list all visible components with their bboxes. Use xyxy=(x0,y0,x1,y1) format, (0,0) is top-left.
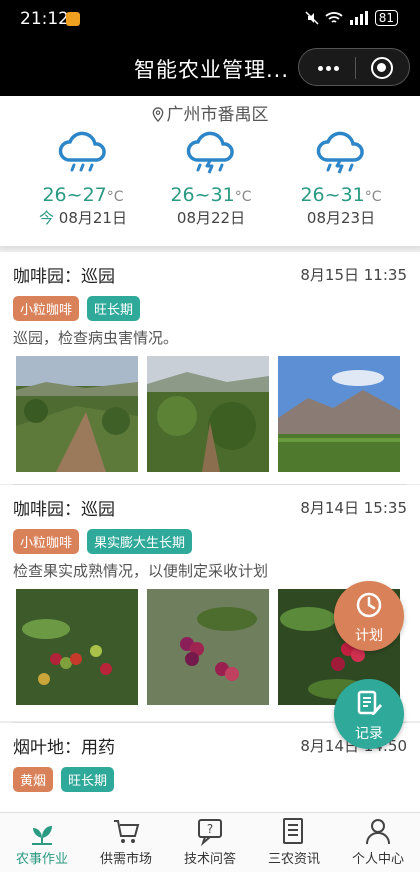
nav-label: 供需市场 xyxy=(99,852,152,867)
page-title: 智能农业管理... xyxy=(134,58,290,82)
close-mini-program-icon[interactable] xyxy=(371,57,393,79)
location-name: 广州市番禺区 xyxy=(166,105,269,125)
clock-icon xyxy=(356,592,382,618)
forecast-date: 今 08月21日 xyxy=(39,209,127,227)
crop-tag: 小粒咖啡 xyxy=(13,296,80,321)
coffee-orchard-photo[interactable] xyxy=(147,356,269,472)
nav-news[interactable]: 三农资讯 xyxy=(252,813,336,872)
nav-market[interactable]: 供需市场 xyxy=(84,813,168,872)
question-chat-icon: ? xyxy=(198,819,222,846)
stage-tag: 旺长期 xyxy=(61,767,115,792)
nav-label: 三农资讯 xyxy=(267,852,320,867)
today-label: 今 xyxy=(39,209,55,227)
nav-label: 农事作业 xyxy=(15,852,68,867)
forecast-date: 08月22日 xyxy=(176,209,246,227)
post-time: 8月15日 11:35 xyxy=(300,266,407,284)
temperature-range: 26~31°C xyxy=(170,184,252,206)
weather-day-3: 26~31°C 08月23日 xyxy=(286,130,396,228)
post-tags: 小粒咖啡 果实膨大生长期 xyxy=(13,529,193,554)
newspaper-icon xyxy=(283,818,303,844)
nav-profile[interactable]: 个人中心 xyxy=(336,813,420,872)
weather-day-2: 26~31°C 08月22日 xyxy=(156,130,266,228)
record-button[interactable]: 记录 xyxy=(334,679,404,749)
bottom-navigation: 农事作业 供需市场 ? 技术问答 三农资讯 个人中心 xyxy=(0,812,420,872)
crop-tag: 黄烟 xyxy=(13,767,54,792)
plan-label: 计划 xyxy=(355,628,383,644)
status-indicators: 81 xyxy=(305,10,398,26)
location[interactable]: 广州市番禺区 xyxy=(0,100,420,125)
title-bar: 智能农业管理... xyxy=(0,38,420,96)
app-notification-icon xyxy=(66,12,80,26)
weather-day-1: 26~27°C 今 08月21日 xyxy=(28,130,138,228)
crop-tag: 小粒咖啡 xyxy=(13,529,80,554)
nav-qa[interactable]: ? 技术问答 xyxy=(168,813,252,872)
post-description: 检查果实成熟情况，以便制定采收计划 xyxy=(13,562,269,580)
mute-icon xyxy=(305,11,319,25)
more-options-icon[interactable] xyxy=(313,57,343,79)
forecast-date: 08月23日 xyxy=(306,209,376,227)
record-label: 记录 xyxy=(355,726,383,742)
weather-card: 广州市番禺区 26~27°C 今 08月21日 26~31°C 08月22日 2… xyxy=(0,96,420,246)
nav-label: 个人中心 xyxy=(351,852,404,867)
note-edit-icon xyxy=(357,690,382,715)
temperature-range: 26~27°C xyxy=(42,184,124,206)
farm-log-post[interactable]: 咖啡园：巡园 8月15日 11:35 小粒咖啡 旺长期 巡园，检查病虫害情况。 xyxy=(0,252,420,484)
plan-button[interactable]: 计划 xyxy=(334,581,404,651)
coffee-cherries-photo[interactable] xyxy=(16,589,138,705)
sprout-watering-icon xyxy=(32,826,52,845)
location-pin-icon xyxy=(152,107,163,122)
rain-cloud-icon xyxy=(58,131,106,172)
mini-program-capsule xyxy=(298,48,410,86)
coffee-orchard-photo[interactable] xyxy=(16,356,138,472)
thunderstorm-icon xyxy=(186,131,234,174)
nav-label: 技术问答 xyxy=(183,852,236,867)
svg-text:?: ? xyxy=(207,822,213,836)
post-tags: 黄烟 旺长期 xyxy=(13,767,115,792)
wifi-icon xyxy=(325,12,343,23)
post-time: 8月14日 15:35 xyxy=(300,499,407,517)
signal-icon xyxy=(349,11,368,25)
capsule-divider xyxy=(355,57,356,79)
stage-tag: 旺长期 xyxy=(87,296,141,321)
user-icon xyxy=(366,819,390,845)
post-title: 烟叶地：用药 xyxy=(13,738,115,758)
mountain-landscape-photo[interactable] xyxy=(278,356,400,472)
status-bar: 21:12 81 xyxy=(0,0,420,38)
thunderstorm-icon xyxy=(316,131,364,174)
temperature-range: 26~31°C xyxy=(300,184,382,206)
shopping-cart-icon xyxy=(114,820,140,843)
post-photos xyxy=(16,356,400,472)
post-title: 咖啡园：巡园 xyxy=(13,500,115,520)
status-time: 21:12 xyxy=(20,9,69,29)
post-title: 咖啡园：巡园 xyxy=(13,267,115,287)
stage-tag: 果实膨大生长期 xyxy=(87,529,193,554)
post-tags: 小粒咖啡 旺长期 xyxy=(13,296,141,321)
nav-farm-work[interactable]: 农事作业 xyxy=(0,813,84,872)
coffee-cherries-photo[interactable] xyxy=(147,589,269,705)
post-description: 巡园，检查病虫害情况。 xyxy=(13,329,179,347)
battery-level: 81 xyxy=(374,10,398,26)
